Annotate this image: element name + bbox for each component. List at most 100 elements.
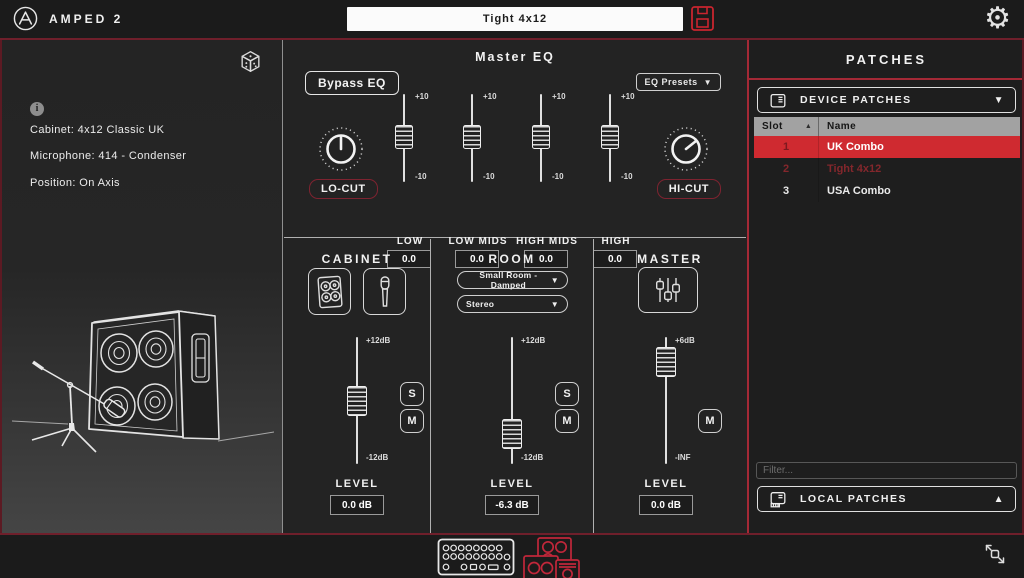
fader-min-label: -10 [621, 172, 633, 181]
eq-band-low-mids: +10 -10 LOW MIDS 0.0 [446, 90, 510, 238]
center-panel: Master EQ Bypass EQ EQ Presets ▼ LO-CUT [284, 40, 746, 533]
room-level-label: LEVEL [480, 478, 544, 490]
cabinet-stack-tab-icon[interactable] [517, 536, 581, 578]
fader-min-label: -12dB [366, 453, 388, 462]
master-mute-button[interactable]: M [698, 409, 722, 433]
room-title: ROOM [431, 252, 593, 266]
cabinet-view-panel: i Cabinet: 4x12 Classic UK Microphone: 4… [0, 40, 283, 533]
patches-panel: PATCHES DEVICE PATCHES ▼ Slot ▲ [747, 40, 1024, 533]
settings-gear-icon[interactable]: ⚙ [984, 0, 1011, 38]
room-type-dropdown[interactable]: Small Room - Damped ▼ [457, 271, 568, 289]
name-column-header[interactable]: Name [818, 117, 1020, 136]
filter-input[interactable] [756, 462, 1017, 479]
patches-header: PATCHES [749, 40, 1024, 80]
hi-cut-label[interactable]: HI-CUT [657, 179, 721, 199]
fader-max-label: +10 [483, 92, 497, 101]
microphone-icon [375, 274, 395, 310]
cabinet-select-button[interactable] [308, 268, 351, 315]
fader-max-label: +6dB [675, 336, 695, 345]
room-level-fader: +12dB -12dB [480, 337, 544, 467]
lo-cut-label[interactable]: LO-CUT [309, 179, 378, 199]
fader-min-label: -12dB [521, 453, 543, 462]
caret-down-icon: ▼ [551, 276, 559, 285]
room-section: ROOM Small Room - Damped ▼ Stereo ▼ +12d… [431, 239, 594, 535]
patch-table-header: Slot ▲ Name [754, 117, 1020, 136]
patch-row-3[interactable]: 3 USA Combo [754, 180, 1020, 202]
save-icon[interactable] [690, 5, 715, 32]
patch-name: UK Combo [818, 136, 1020, 158]
master-eq-title: Master EQ [284, 50, 746, 64]
master-level-value[interactable]: 0.0 dB [639, 495, 693, 515]
cabinet-mute-button[interactable]: M [400, 409, 424, 433]
fader-min-label: -10 [552, 172, 564, 181]
room-solo-button[interactable]: S [555, 382, 579, 406]
room-mute-button[interactable]: M [555, 409, 579, 433]
expand-fullscreen-icon[interactable] [983, 542, 1007, 566]
master-fader-handle[interactable] [656, 347, 676, 377]
master-level-fader: +6dB -INF [634, 337, 698, 467]
info-position-text: Position: On Axis [30, 177, 120, 189]
fader-max-label: +10 [552, 92, 566, 101]
eq-band-high: +10 -10 HIGH 0.0 [584, 90, 648, 238]
sort-asc-icon: ▲ [805, 123, 812, 130]
local-patches-icon [768, 490, 788, 509]
device-patches-icon [768, 91, 788, 110]
slot-column-header[interactable]: Slot ▲ [754, 121, 818, 132]
microphone-select-button[interactable] [363, 268, 406, 315]
patch-row-1[interactable]: 1 UK Combo [754, 136, 1020, 158]
master-eq-section: Master EQ Bypass EQ EQ Presets ▼ LO-CUT [284, 40, 746, 238]
fader-max-label: +12dB [521, 336, 545, 345]
caret-up-icon: ▲ [994, 494, 1005, 505]
cabinet-solo-button[interactable]: S [400, 382, 424, 406]
cabinet-mic-illustration[interactable] [12, 290, 274, 512]
left-edge-border [0, 40, 2, 533]
eq-low-mids-fader-handle[interactable] [463, 125, 481, 149]
cabinet-title: CABINET [284, 252, 430, 266]
app-logo-icon [12, 5, 39, 32]
eq-low-fader-handle[interactable] [395, 125, 413, 149]
amp-head-tab-icon[interactable] [437, 538, 515, 576]
patch-row-2[interactable]: 2 Tight 4x12 [754, 158, 1020, 180]
brand: AMPED 2 [12, 5, 123, 32]
master-section: MASTER +6dB -INF [594, 239, 746, 535]
master-title: MASTER [594, 252, 746, 266]
eq-high-mids-fader-handle[interactable] [532, 125, 550, 149]
app-title: AMPED 2 [49, 12, 123, 26]
eq-band-low: +10 -10 LOW 0.0 [378, 90, 442, 238]
cabinet-fader-handle[interactable] [347, 386, 367, 416]
main-area: i Cabinet: 4x12 Classic UK Microphone: 4… [0, 38, 1024, 533]
patch-slot: 2 [754, 163, 818, 175]
slot-header-label: Slot [762, 121, 783, 132]
caret-down-icon: ▼ [994, 95, 1005, 106]
caret-down-icon: ▼ [551, 300, 559, 309]
hi-cut-knob[interactable] [662, 125, 710, 173]
local-patches-button[interactable]: LOCAL PATCHES ▲ [757, 486, 1016, 512]
cabinet-section: CABINET [284, 239, 431, 535]
mixer-sliders-icon [650, 274, 686, 306]
patch-name: USA Combo [818, 180, 1020, 202]
patch-name: Tight 4x12 [818, 158, 1020, 180]
local-patches-label: LOCAL PATCHES [800, 493, 907, 505]
patch-name-field[interactable]: Tight 4x12 [347, 7, 683, 31]
info-microphone-text: Microphone: 414 - Condenser [30, 150, 186, 162]
eq-presets-button[interactable]: EQ Presets ▼ [636, 73, 721, 91]
fader-max-label: +10 [415, 92, 429, 101]
room-mode-value: Stereo [466, 299, 494, 309]
randomize-dice-icon[interactable] [238, 49, 263, 74]
top-bar: AMPED 2 Tight 4x12 ⚙ [0, 0, 1024, 38]
eq-high-fader-handle[interactable] [601, 125, 619, 149]
master-level-label: LEVEL [634, 478, 698, 490]
device-patches-button[interactable]: DEVICE PATCHES ▼ [757, 87, 1016, 113]
amped2-window: AMPED 2 Tight 4x12 ⚙ i Cabinet: 4x12 Cla… [0, 0, 1024, 578]
master-mixer-button[interactable] [638, 267, 698, 313]
lo-cut-knob[interactable] [317, 125, 365, 173]
room-mode-dropdown[interactable]: Stereo ▼ [457, 295, 568, 313]
room-fader-handle[interactable] [502, 419, 522, 449]
fader-min-label: -10 [415, 172, 427, 181]
room-level-value[interactable]: -6.3 dB [485, 495, 539, 515]
info-icon: i [30, 102, 44, 116]
cabinet-level-value[interactable]: 0.0 dB [330, 495, 384, 515]
fader-min-label: -10 [483, 172, 495, 181]
bottom-bar [0, 533, 1024, 578]
cabinet-icon [315, 273, 345, 311]
